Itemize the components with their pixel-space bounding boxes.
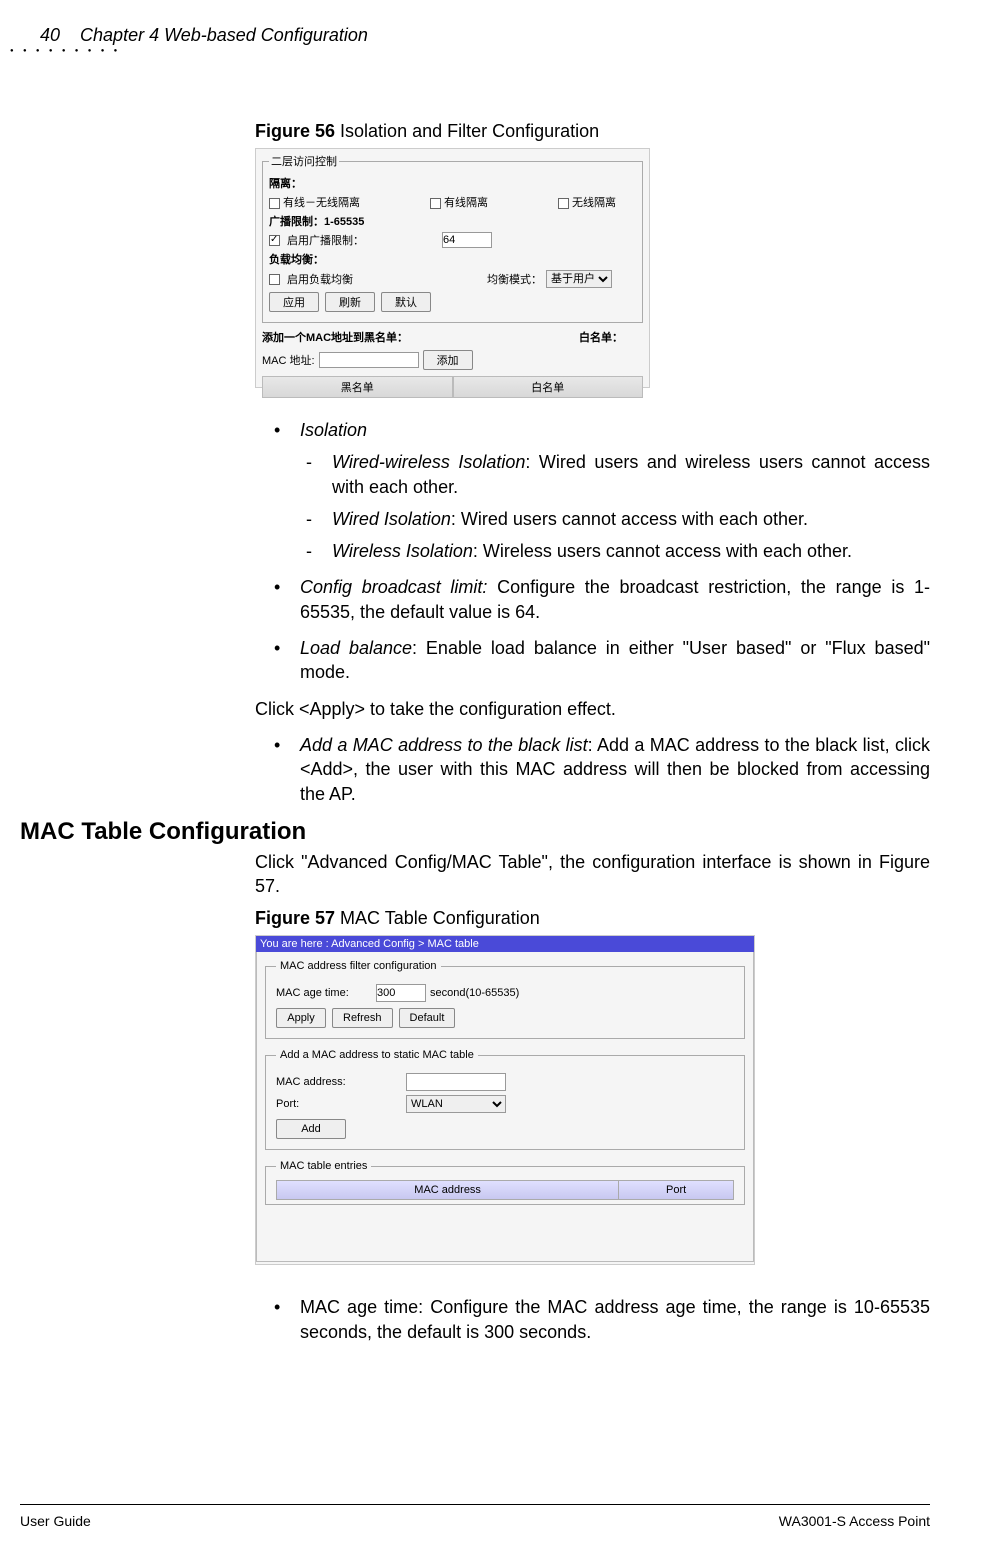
fig57-th-port: Port (619, 1181, 733, 1199)
chapter-title: Chapter 4 Web-based Configuration (80, 25, 368, 46)
fig56-whitelist-header: 白名单 (453, 376, 644, 398)
fig57-mac-age-unit: second(10-65535) (430, 987, 519, 999)
fig57-breadcrumb: You are here : Advanced Config > MAC tab… (256, 936, 754, 952)
fig56-broadcast-limit-label: 广播限制：1-65535 (269, 213, 636, 229)
fig56-balance-mode-select[interactable]: 基于用户 (546, 270, 612, 288)
fig56-cb-wired[interactable]: 有线隔离 (430, 194, 488, 210)
fig57-table-header: MAC address Port (276, 1180, 734, 1200)
dash-wired-wireless: Wired-wireless Isolation: Wired users an… (300, 450, 930, 499)
paragraph-mac-table: Click "Advanced Config/MAC Table", the c… (255, 850, 930, 899)
figure-57-title: MAC Table Configuration (335, 908, 540, 928)
fig56-cb-wired-label: 有线隔离 (444, 197, 488, 209)
fig57-th-mac: MAC address (277, 1181, 619, 1199)
fig57-filter-legend: MAC address filter configuration (276, 960, 441, 972)
mac-table-heading: MAC Table Configuration (20, 818, 930, 846)
figure-56-caption: Figure 56 Isolation and Filter Configura… (255, 121, 930, 142)
fig56-add-button[interactable]: 添加 (423, 350, 473, 370)
fig57-entries-legend: MAC table entries (276, 1160, 371, 1172)
footer-left: User Guide (20, 1513, 91, 1529)
checkbox-icon[interactable] (269, 274, 280, 285)
fig57-apply-button[interactable]: Apply (276, 1008, 326, 1028)
header-dotted-decoration: ● ● ● ● ● ● ● ● ● (10, 48, 105, 66)
body-text-2: MAC age time: Configure the MAC address … (255, 1295, 930, 1344)
bullet-add-mac: Add a MAC address to the black list: Add… (270, 733, 930, 806)
bullet-broadcast: Config broadcast limit: Configure the br… (270, 575, 930, 624)
fig57-mac-age-label: MAC age time: (276, 987, 376, 999)
page-footer: User Guide WA3001-S Access Point (20, 1513, 930, 1529)
term-config-broadcast: Config broadcast limit: (300, 577, 487, 597)
fig56-cb-wired-wireless[interactable]: 有线－无线隔离 (269, 194, 360, 210)
fig56-mac-addr-label: MAC 地址: (262, 352, 315, 368)
fig56-broadcast-input[interactable] (442, 232, 492, 248)
text-wired-isolation: : Wired users cannot access with each ot… (451, 509, 808, 529)
figure-56-number: Figure 56 (255, 121, 335, 141)
text-wireless-isolation: : Wireless users cannot access with each… (473, 541, 852, 561)
fig57-default-button[interactable]: Default (399, 1008, 456, 1028)
fig56-enable-broadcast-label: 启用广播限制： (287, 232, 364, 248)
term-isolation: Isolation (300, 420, 367, 440)
dash-wired: Wired Isolation: Wired users cannot acce… (300, 507, 930, 531)
fig56-panel-legend: 二层访问控制 (269, 153, 339, 169)
figure-56-title: Isolation and Filter Configuration (335, 121, 599, 141)
term-add-mac: Add a MAC address to the black list (300, 735, 588, 755)
checkbox-icon (269, 198, 280, 209)
figure-56-screenshot: 二层访问控制 隔离： 有线－无线隔离 有线隔离 无线隔离 广播限制：1-6553… (255, 148, 650, 388)
checkbox-icon (558, 198, 569, 209)
fig56-isolation-label: 隔离： (269, 175, 636, 191)
fig56-whitelist-label: 白名单： (579, 329, 623, 345)
page-number: 40 (40, 25, 60, 46)
fig56-default-button[interactable]: 默认 (381, 292, 431, 312)
fig56-enable-loadbalance-label: 启用负载均衡 (287, 271, 353, 287)
fig57-port-label: Port: (276, 1098, 406, 1110)
body-text-1: Isolation Wired-wireless Isolation: Wire… (255, 418, 930, 806)
fig56-balance-mode-label: 均衡模式： (487, 271, 542, 287)
term-wired-wireless-isolation: Wired-wireless Isolation (332, 452, 525, 472)
fig57-add-button[interactable]: Add (276, 1119, 346, 1139)
figure-57-caption: Figure 57 MAC Table Configuration (255, 908, 930, 929)
fig56-apply-button[interactable]: 应用 (269, 292, 319, 312)
checkbox-icon (430, 198, 441, 209)
footer-divider (20, 1504, 930, 1505)
checkbox-icon[interactable] (269, 235, 280, 246)
fig56-cb-wireless[interactable]: 无线隔离 (558, 194, 616, 210)
fig57-add-mac-legend: Add a MAC address to static MAC table (276, 1049, 478, 1061)
bullet-isolation: Isolation Wired-wireless Isolation: Wire… (270, 418, 930, 563)
footer-right: WA3001-S Access Point (779, 1513, 930, 1529)
page-header: 40 Chapter 4 Web-based Configuration (40, 25, 930, 50)
fig56-blacklist-header: 黑名单 (262, 376, 453, 398)
dash-wireless: Wireless Isolation: Wireless users canno… (300, 539, 930, 563)
apply-note: Click <Apply> to take the configuration … (255, 697, 930, 721)
fig57-mac-age-input[interactable] (376, 984, 426, 1002)
fig56-cb-wired-wireless-label: 有线－无线隔离 (283, 197, 360, 209)
bullet-loadbalance: Load balance: Enable load balance in eit… (270, 636, 930, 685)
term-wireless-isolation: Wireless Isolation (332, 541, 473, 561)
figure-57-number: Figure 57 (255, 908, 335, 928)
fig57-mac-address-label: MAC address: (276, 1076, 406, 1088)
fig56-mac-input[interactable] (319, 352, 419, 368)
term-load-balance: Load balance (300, 638, 412, 658)
fig56-add-mac-label: 添加一个MAC地址到黑名单： (262, 329, 408, 345)
bullet-mac-age: MAC age time: Configure the MAC address … (270, 1295, 930, 1344)
fig57-port-select[interactable]: WLAN (406, 1095, 506, 1113)
figure-57-screenshot: You are here : Advanced Config > MAC tab… (255, 935, 755, 1265)
fig56-refresh-button[interactable]: 刷新 (325, 292, 375, 312)
fig56-cb-wireless-label: 无线隔离 (572, 197, 616, 209)
term-wired-isolation: Wired Isolation (332, 509, 451, 529)
fig57-mac-address-input[interactable] (406, 1073, 506, 1091)
fig56-loadbalance-label: 负载均衡： (269, 251, 636, 267)
fig57-refresh-button[interactable]: Refresh (332, 1008, 393, 1028)
